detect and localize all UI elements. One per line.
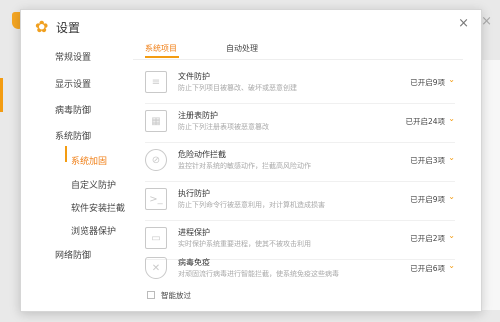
- row-description: 监控针对系统的敏感动作，拦截高风险动作: [178, 162, 311, 170]
- chevron-down-icon[interactable]: ⌄: [448, 75, 455, 84]
- chevron-down-icon[interactable]: ⌄: [448, 153, 455, 162]
- row-description: 对顽固流行病毒进行智能拦截，使系统免疫这些病毒: [178, 270, 339, 278]
- row-title: 执行防护: [178, 189, 210, 198]
- row-description: 实时保护系统重要进程，使其不被攻击利用: [178, 240, 311, 248]
- smart-release-checkbox[interactable]: [147, 291, 155, 299]
- sidebar-item-install-block[interactable]: 软件安装拦截: [71, 201, 125, 214]
- sidebar-item-general[interactable]: 常规设置: [55, 50, 91, 63]
- chevron-down-icon[interactable]: ⌄: [448, 192, 455, 201]
- terminal-icon: >_: [145, 188, 167, 210]
- row-status-dropdown[interactable]: 已开启9项: [410, 194, 445, 205]
- sidebar-item-custom-protection[interactable]: 自定义防护: [71, 178, 116, 191]
- block-icon: ⊘: [145, 149, 167, 171]
- chevron-down-icon[interactable]: ⌄: [448, 261, 455, 270]
- process-icon: ▭: [145, 227, 167, 249]
- row-title: 危险动作拦截: [178, 150, 226, 159]
- close-icon[interactable]: ×: [458, 16, 469, 31]
- chevron-down-icon[interactable]: ⌄: [448, 231, 455, 240]
- row-status-dropdown[interactable]: 已开启2项: [410, 233, 445, 244]
- list-item: ✕ 病毒免疫 对顽固流行病毒进行智能拦截，使系统免疫这些病毒 已开启6项 ⌄: [145, 251, 455, 289]
- shield-virus-icon: ✕: [145, 257, 167, 279]
- settings-dialog: ✿ 设置 × 常规设置 显示设置 病毒防御 系统防御 系统加固 自定义防护 软件…: [20, 9, 482, 312]
- tab-auto-handle[interactable]: 自动处理: [226, 43, 258, 54]
- document-icon: ≡: [145, 71, 167, 93]
- list-item: ≡ 文件防护 防止下列项目被篡改、破坏或恶意创建 已开启9项 ⌄: [145, 65, 455, 103]
- tab-divider: [133, 59, 463, 60]
- sidebar-item-virus-defense[interactable]: 病毒防御: [55, 103, 91, 116]
- row-status-dropdown[interactable]: 已开启9项: [410, 77, 445, 88]
- row-status-dropdown[interactable]: 已开启3项: [410, 155, 445, 166]
- gear-icon: ✿: [35, 17, 49, 36]
- row-status-dropdown[interactable]: 已开启24项: [405, 116, 445, 127]
- row-description: 防止下列项目被篡改、破坏或恶意创建: [178, 84, 297, 92]
- list-item: ▦ 注册表防护 防止下列注册表项被恶意篡改 已开启24项 ⌄: [145, 104, 455, 142]
- row-title: 注册表防护: [178, 111, 218, 120]
- sidebar-item-system-defense[interactable]: 系统防御: [55, 129, 91, 142]
- grid-icon: ▦: [145, 110, 167, 132]
- row-title: 文件防护: [178, 72, 210, 81]
- list-item: ⊘ 危险动作拦截 监控针对系统的敏感动作，拦截高风险动作 已开启3项 ⌄: [145, 143, 455, 181]
- row-title: 进程保护: [178, 228, 210, 237]
- dialog-title-bar: ✿ 设置 ×: [21, 10, 481, 40]
- app-close-icon[interactable]: ×: [481, 14, 492, 29]
- tab-system-items[interactable]: 系统项目: [145, 43, 177, 54]
- dialog-title: 设置: [56, 21, 81, 35]
- chevron-down-icon[interactable]: ⌄: [448, 114, 455, 123]
- sidebar-item-display[interactable]: 显示设置: [55, 77, 91, 90]
- row-status-dropdown[interactable]: 已开启6项: [410, 263, 445, 274]
- sidebar-item-browser-protection[interactable]: 浏览器保护: [71, 224, 116, 237]
- list-item: >_ 执行防护 防止下列命令行被恶意利用，对计算机造成损害 已开启9项 ⌄: [145, 182, 455, 220]
- sidebar-active-marker: [65, 146, 67, 162]
- settings-sidebar: 常规设置 显示设置 病毒防御 系统防御 系统加固 自定义防护 软件安装拦截 浏览…: [21, 40, 133, 310]
- sidebar-item-system-hardening[interactable]: 系统加固: [71, 154, 107, 167]
- row-title: 病毒免疫: [178, 258, 210, 267]
- row-description: 防止下列注册表项被恶意篡改: [178, 123, 269, 131]
- row-description: 防止下列命令行被恶意利用，对计算机造成损害: [178, 201, 325, 209]
- smart-release-label: 智能放过: [161, 291, 191, 300]
- app-nav-active-indicator: [0, 78, 3, 112]
- sidebar-item-network-defense[interactable]: 网络防御: [55, 248, 91, 261]
- tab-active-underline: [145, 56, 179, 58]
